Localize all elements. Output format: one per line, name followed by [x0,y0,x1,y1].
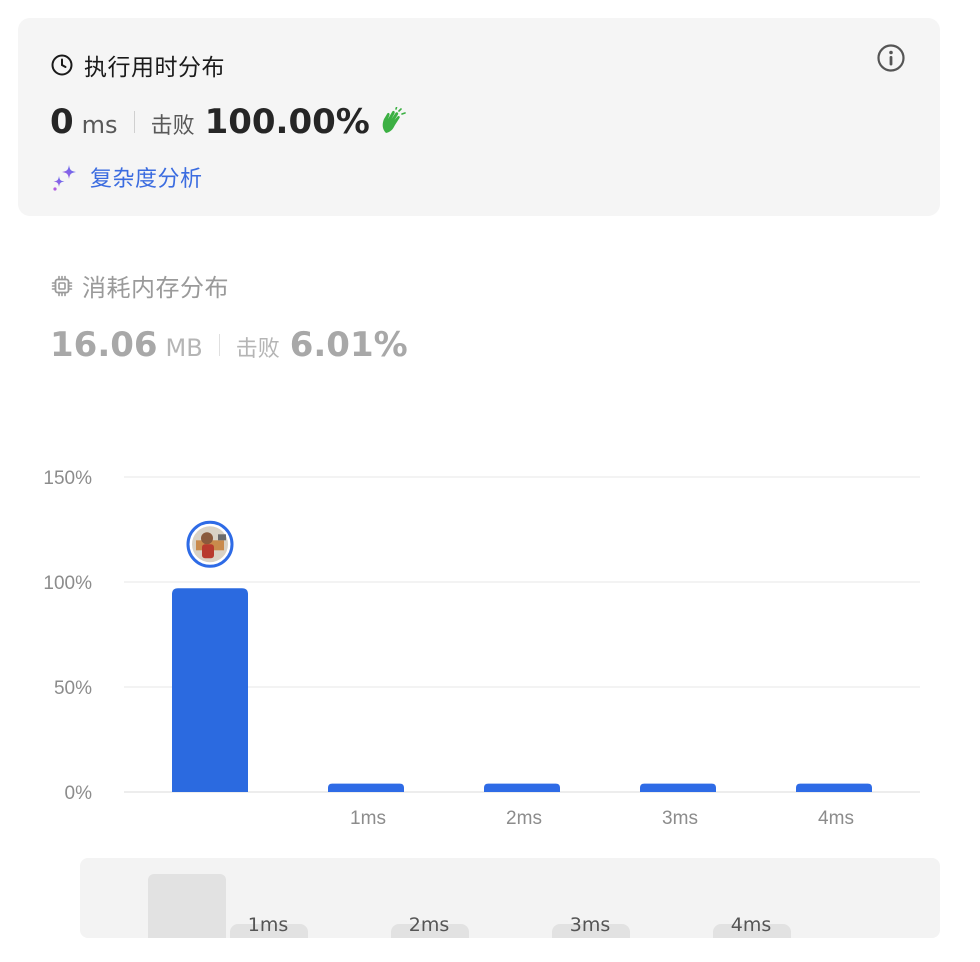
scrubber-tick-label: 4ms [730,914,772,936]
y-tick-label: 150% [43,468,92,489]
runtime-distribution-chart: 0% 50% 100% 150% 1ms 2ms 3ms 4ms [43,468,920,829]
y-tick-label: 50% [54,678,92,699]
sparkle-icon [50,162,80,192]
runtime-card: 执行用时分布 0 ms 击败 100.00% 复杂度分析 [18,18,940,216]
runtime-beats-percent: 100.00% [204,102,370,142]
y-tick-label: 100% [43,573,92,594]
x-tick-label: 3ms [662,808,698,829]
divider [218,334,220,356]
memory-beats-percent: 6.01% [289,325,408,365]
runtime-title: 执行用时分布 [84,55,225,81]
scrubber-tick-label: 2ms [408,914,450,936]
clock-icon [50,53,74,77]
memory-beats-label: 击败 [235,337,280,362]
scrubber-tick-label: 3ms [569,914,611,936]
y-tick-label: 0% [65,783,93,804]
x-tick-label: 4ms [818,808,854,829]
user-avatar [186,520,234,568]
complexity-analysis-label: 复杂度分析 [90,167,203,192]
chart-bar [640,783,716,792]
chart-range-scrubber[interactable]: 1ms 2ms 3ms 4ms [80,858,940,938]
chart-bar [328,783,404,792]
x-tick-label: 1ms [350,808,386,829]
memory-section[interactable]: 消耗内存分布 16.06 MB 击败 6.01% [50,268,408,365]
memory-metric-row: 16.06 MB 击败 6.01% [50,325,408,365]
divider [133,111,135,133]
runtime-beats-label: 击败 [150,114,195,139]
memory-title-row: 消耗内存分布 [50,268,408,303]
runtime-unit: ms [81,111,118,139]
runtime-metric-row: 0 ms 击败 100.00% [50,102,408,142]
info-icon[interactable] [876,43,906,73]
memory-value: 16.06 [50,325,158,365]
chart-bar [484,783,560,792]
scrubber-bar [148,874,226,938]
chip-icon [50,274,74,298]
memory-title: 消耗内存分布 [82,274,229,302]
scrubber-tick-label: 1ms [247,914,289,936]
runtime-value: 0 [50,102,74,142]
runtime-title-row: 执行用时分布 [50,48,225,82]
clapping-hands-icon [378,107,408,137]
x-tick-label: 2ms [506,808,542,829]
chart-bar [172,588,248,792]
memory-unit: MB [165,334,203,362]
complexity-analysis-link[interactable]: 复杂度分析 [50,161,203,193]
chart-bar [796,783,872,792]
